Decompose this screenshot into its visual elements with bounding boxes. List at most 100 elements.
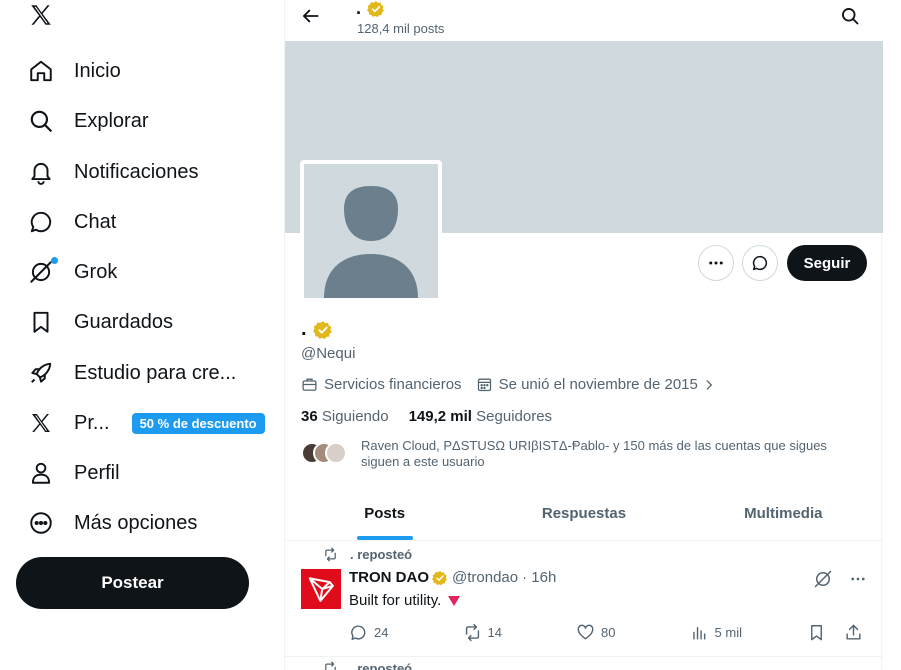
person-icon [28, 460, 54, 486]
sidebar-item-inicio[interactable]: Inicio [16, 49, 133, 93]
known-followers-line: Raven Cloud, PΔSTUSΩ URIβISTΔ-Ᵽablo- y 1… [361, 438, 827, 453]
joined-date-link[interactable]: Se unió el noviembre de 2015 [476, 376, 722, 393]
known-followers-avatars [301, 438, 351, 468]
following-link[interactable]: 36 Siguiendo [301, 408, 389, 425]
sidebar-item-guardados[interactable]: Guardados [16, 300, 185, 344]
x-logo-icon[interactable] [28, 2, 56, 30]
repost-label: . reposteó [350, 661, 413, 670]
joined-text: Se unió el noviembre de 2015 [498, 376, 698, 393]
message-button[interactable] [742, 245, 778, 281]
sidebar-item-estudio[interactable]: Estudio para cre... [16, 351, 248, 395]
views-button[interactable]: 5 mil [690, 623, 807, 642]
sidebar-item-mas-opciones[interactable]: Más opciones [16, 501, 209, 545]
avatar [325, 442, 347, 464]
repost-indicator: . reposteó [323, 547, 412, 562]
tron-logo-icon [308, 577, 334, 602]
grok-icon[interactable] [813, 569, 833, 589]
verified-badge-icon[interactable] [312, 320, 333, 340]
header-name-text: . [356, 0, 362, 18]
chat-icon [28, 209, 54, 235]
known-followers-text: Raven Cloud, PΔSTUSΩ URIβISTΔ-Ᵽablo- y 1… [361, 438, 827, 470]
bell-icon [28, 159, 54, 185]
grok-icon [28, 257, 58, 285]
repost-icon [465, 623, 479, 642]
tab-posts[interactable]: Posts [285, 487, 484, 540]
reply-button[interactable]: 24 [349, 623, 463, 642]
sidebar-item-grok[interactable]: Grok [16, 250, 129, 294]
tab-label: Multimedia [744, 505, 823, 522]
more-horizontal-icon[interactable] [849, 570, 867, 588]
followers-link[interactable]: 149,2 mil Seguidores [409, 408, 552, 425]
repost-icon [325, 547, 336, 562]
notification-dot [51, 257, 58, 264]
share-icon [846, 624, 861, 640]
profile-header-bar: . 128,4 mil posts [285, 0, 883, 41]
tab-multimedia[interactable]: Multimedia [684, 487, 883, 540]
bookmark-button[interactable] [807, 623, 832, 642]
sidebar-item-label: Explorar [74, 109, 149, 132]
follow-stats: 36 Siguiendo 149,2 mil Seguidores [301, 408, 552, 425]
post-handle[interactable]: @trondao [452, 569, 518, 586]
sidebar-item-label: Perfil [74, 461, 120, 484]
red-triangle-down-icon [448, 595, 461, 606]
back-arrow-icon[interactable] [297, 2, 325, 30]
profile-column: . 128,4 mil posts Seguir . @Nequi Servic… [284, 0, 883, 670]
profile-avatar[interactable] [300, 160, 442, 302]
post-button[interactable]: Postear [16, 557, 249, 609]
post-time[interactable]: · 16h [522, 569, 556, 586]
profile-meta: Servicios financieros Se unió el noviemb… [301, 376, 722, 393]
post-body: Built for utility. [349, 592, 461, 609]
search-icon[interactable] [837, 3, 863, 29]
followers-count: 149,2 mil [408, 408, 472, 425]
category-text: Servicios financieros [324, 376, 462, 393]
profile-name: . [301, 318, 333, 341]
sidebar-item-premium[interactable]: Pr... 50 % de descuento [16, 401, 277, 445]
chat-icon [751, 254, 769, 272]
like-button[interactable]: 80 [576, 623, 690, 642]
sidebar-item-label: Pr... [74, 411, 110, 434]
sidebar-item-notificaciones[interactable]: Notificaciones [16, 150, 211, 194]
post-item[interactable]: . reposteó [285, 657, 883, 670]
sidebar-item-perfil[interactable]: Perfil [16, 451, 132, 495]
category-item: Servicios financieros [301, 376, 462, 393]
repost-indicator: . reposteó [323, 661, 412, 670]
followers-label: Seguidores [476, 408, 553, 425]
view-count: 5 mil [714, 625, 742, 640]
header-profile-name: . [356, 0, 385, 19]
tab-respuestas[interactable]: Respuestas [484, 487, 683, 540]
profile-name-text: . [301, 318, 307, 340]
rocket-icon [28, 360, 54, 386]
repost-label: . reposteó [350, 547, 413, 562]
known-followers-line: siguen a este usuario [361, 454, 485, 469]
follow-button[interactable]: Seguir [787, 245, 867, 281]
post-item[interactable]: . reposteó TRON DAO @trondao · 16h Built… [285, 541, 883, 657]
sidebar-item-explorar[interactable]: Explorar [16, 99, 160, 143]
repost-count: 14 [487, 625, 502, 640]
heart-icon [577, 624, 594, 640]
profile-handle: @Nequi [301, 345, 356, 362]
profile-tabs: Posts Respuestas Multimedia [285, 487, 883, 541]
repost-icon [325, 661, 336, 670]
bookmark-icon [28, 309, 54, 335]
more-options-button[interactable] [698, 245, 734, 281]
header-posts-count: 128,4 mil posts [357, 21, 445, 36]
sidebar-item-label: Inicio [74, 59, 121, 82]
sidebar: Inicio Explorar Notificaciones Chat Grok… [0, 0, 284, 670]
known-followers[interactable]: Raven Cloud, PΔSTUSΩ URIβISTΔ-Ᵽablo- y 1… [301, 438, 861, 470]
following-count: 36 [301, 408, 318, 425]
sidebar-item-label: Grok [74, 260, 118, 283]
repost-button[interactable]: 14 [463, 623, 577, 642]
discount-badge: 50 % de descuento [131, 412, 265, 434]
more-horizontal-icon [707, 254, 725, 272]
views-chart-icon [692, 627, 705, 640]
sidebar-item-chat[interactable]: Chat [16, 200, 128, 244]
verified-badge-icon [432, 570, 448, 586]
tron-logo-avatar[interactable] [301, 569, 341, 609]
share-button[interactable] [844, 623, 869, 642]
reply-icon [351, 625, 366, 640]
following-label: Siguiendo [321, 408, 389, 425]
like-count: 80 [601, 625, 616, 640]
post-author[interactable]: TRON DAO [349, 569, 429, 586]
post-header: TRON DAO @trondao · 16h [349, 569, 556, 586]
calendar-icon [477, 378, 491, 392]
